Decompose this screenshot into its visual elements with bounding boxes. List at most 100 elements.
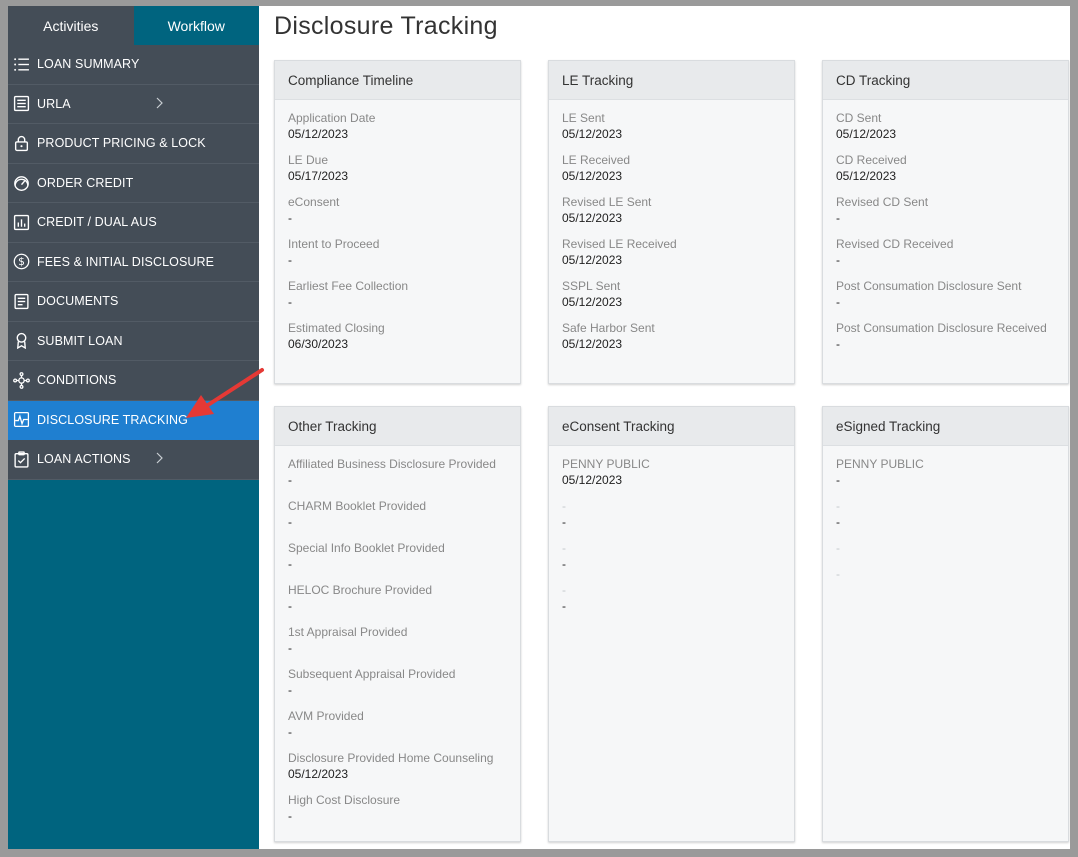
app-frame: Activities Workflow LOAN SUMMARY URLA PR… (8, 6, 1070, 849)
sidebar-menu: LOAN SUMMARY URLA PRODUCT PRICING & LOCK (8, 45, 259, 480)
field: Disclosure Provided Home Counseling 05/12… (288, 751, 507, 793)
list-icon (12, 55, 31, 74)
sidebar-item-label: SUBMIT LOAN (37, 333, 123, 348)
field-value: 05/12/2023 (288, 767, 349, 781)
sidebar-item-product-pricing-lock[interactable]: PRODUCT PRICING & LOCK (8, 124, 259, 164)
sidebar-item-documents[interactable]: DOCUMENTS (8, 282, 259, 322)
field-value: 05/12/2023 (562, 127, 623, 141)
sidebar-item-loan-summary[interactable]: LOAN SUMMARY (8, 45, 259, 85)
sidebar-item-label: PRODUCT PRICING & LOCK (37, 136, 206, 151)
svg-text:$: $ (18, 255, 25, 268)
field-value: 05/12/2023 (562, 253, 623, 267)
field-label: CD Sent (836, 111, 882, 125)
field: Revised CD Sent - (836, 195, 1055, 237)
field: -- (562, 499, 781, 541)
field-value: - (562, 515, 566, 529)
sidebar-item-disclosure-tracking[interactable]: DISCLOSURE TRACKING (8, 400, 259, 440)
card-title: eConsent Tracking (549, 407, 794, 446)
field-label: Safe Harbor Sent (562, 321, 655, 335)
field-label: Intent to Proceed (288, 237, 380, 251)
field-label: High Cost Disclosure (288, 793, 401, 807)
field: CD Received 05/12/2023 (836, 153, 1055, 195)
ribbon-icon (12, 331, 31, 350)
clipboard-check-icon (12, 450, 31, 469)
field-value (836, 582, 1055, 598)
field-value: 05/12/2023 (562, 337, 623, 351)
field: LE Due 05/17/2023 (288, 153, 507, 195)
field-label: LE Received (562, 153, 631, 167)
field: Revised CD Received - (836, 237, 1055, 279)
field-value: 05/17/2023 (288, 169, 349, 183)
field: -- (562, 583, 781, 625)
sidebar-item-label: ORDER CREDIT (37, 175, 134, 190)
field-label: - (836, 567, 840, 581)
field-value: 05/12/2023 (836, 127, 897, 141)
field: -- (562, 541, 781, 583)
field-label: SSPL Sent (562, 279, 621, 293)
lock-icon (12, 134, 31, 153)
sidebar-item-loan-actions[interactable]: LOAN ACTIONS (8, 440, 259, 480)
field-label: Affiliated Business Disclosure Provided (288, 457, 496, 471)
sidebar-item-label: DISCLOSURE TRACKING (37, 412, 189, 427)
field-value: - (836, 515, 840, 529)
sidebar-item-label: LOAN SUMMARY (37, 57, 140, 72)
field-label: - (836, 541, 840, 555)
field-label: eConsent (288, 195, 340, 209)
field-value: - (288, 683, 292, 697)
field: High Cost Disclosure - (288, 793, 507, 835)
tab-activities[interactable]: Activities (8, 6, 134, 45)
field-label: Earliest Fee Collection (288, 279, 409, 293)
field-value: 05/12/2023 (288, 127, 349, 141)
sidebar-item-fees-initial-disclosure[interactable]: $ FEES & INITIAL DISCLOSURE (8, 243, 259, 282)
network-icon (12, 371, 31, 390)
field-value: - (562, 599, 566, 613)
card-esigned-tracking: eSigned Tracking PENNY PUBLIC - -- - - (822, 406, 1069, 842)
sidebar-item-conditions[interactable]: CONDITIONS (8, 361, 259, 401)
field: Post Consumation Disclosure Received - (836, 321, 1055, 363)
field-value: 05/12/2023 (562, 473, 623, 487)
field-label: - (562, 499, 566, 513)
field-label: Revised LE Sent (562, 195, 652, 209)
field: - (836, 567, 1055, 609)
card-other-tracking: Other Tracking Affiliated Business Discl… (274, 406, 521, 842)
chevron-right-icon[interactable] (154, 96, 164, 110)
field-value: - (288, 211, 292, 225)
card-le-tracking: LE Tracking LE Sent 05/12/2023 LE Receive… (548, 60, 795, 384)
main-content: Disclosure Tracking Compliance Timeline … (259, 6, 1070, 849)
sidebar-item-credit-dual-aus[interactable]: CREDIT / DUAL AUS (8, 203, 259, 243)
sidebar-item-order-credit[interactable]: ORDER CREDIT (8, 164, 259, 203)
card-title: Other Tracking (275, 407, 520, 446)
field: Subsequent Appraisal Provided - (288, 667, 507, 709)
sidebar-item-submit-loan[interactable]: SUBMIT LOAN (8, 322, 259, 361)
field: PENNY PUBLIC 05/12/2023 (562, 457, 781, 499)
pulse-icon (12, 410, 31, 429)
field-value: - (836, 211, 840, 225)
bar-chart-icon (12, 213, 31, 232)
field-label: Application Date (288, 111, 376, 125)
field-value: - (288, 295, 292, 309)
sidebar: Activities Workflow LOAN SUMMARY URLA PR… (8, 6, 259, 849)
chevron-right-icon[interactable] (154, 451, 164, 465)
card-title: CD Tracking (823, 61, 1068, 100)
sidebar-item-urla[interactable]: URLA (8, 85, 259, 124)
field: Revised LE Received 05/12/2023 (562, 237, 781, 279)
card-cd-tracking: CD Tracking CD Sent 05/12/2023 CD Receive… (822, 60, 1069, 384)
field: CD Sent 05/12/2023 (836, 111, 1055, 153)
field-value: - (836, 473, 840, 487)
field-value: - (562, 557, 566, 571)
field-label: - (562, 541, 566, 555)
field: SSPL Sent 05/12/2023 (562, 279, 781, 321)
field-value: - (288, 557, 292, 571)
field-value: - (288, 641, 292, 655)
field-label: CHARM Booklet Provided (288, 499, 427, 513)
field-label: Special Info Booklet Provided (288, 541, 445, 555)
field-value: 06/30/2023 (288, 337, 349, 351)
sidebar-item-label: CREDIT / DUAL AUS (37, 215, 157, 230)
field-label: - (562, 583, 566, 597)
field: Post Consumation Disclosure Sent - (836, 279, 1055, 321)
field: CHARM Booklet Provided - (288, 499, 507, 541)
field-label: Post Consumation Disclosure Sent (836, 279, 1022, 293)
sidebar-tabs: Activities Workflow (8, 6, 259, 45)
field: AVM Provided - (288, 709, 507, 751)
tab-workflow[interactable]: Workflow (133, 6, 259, 45)
